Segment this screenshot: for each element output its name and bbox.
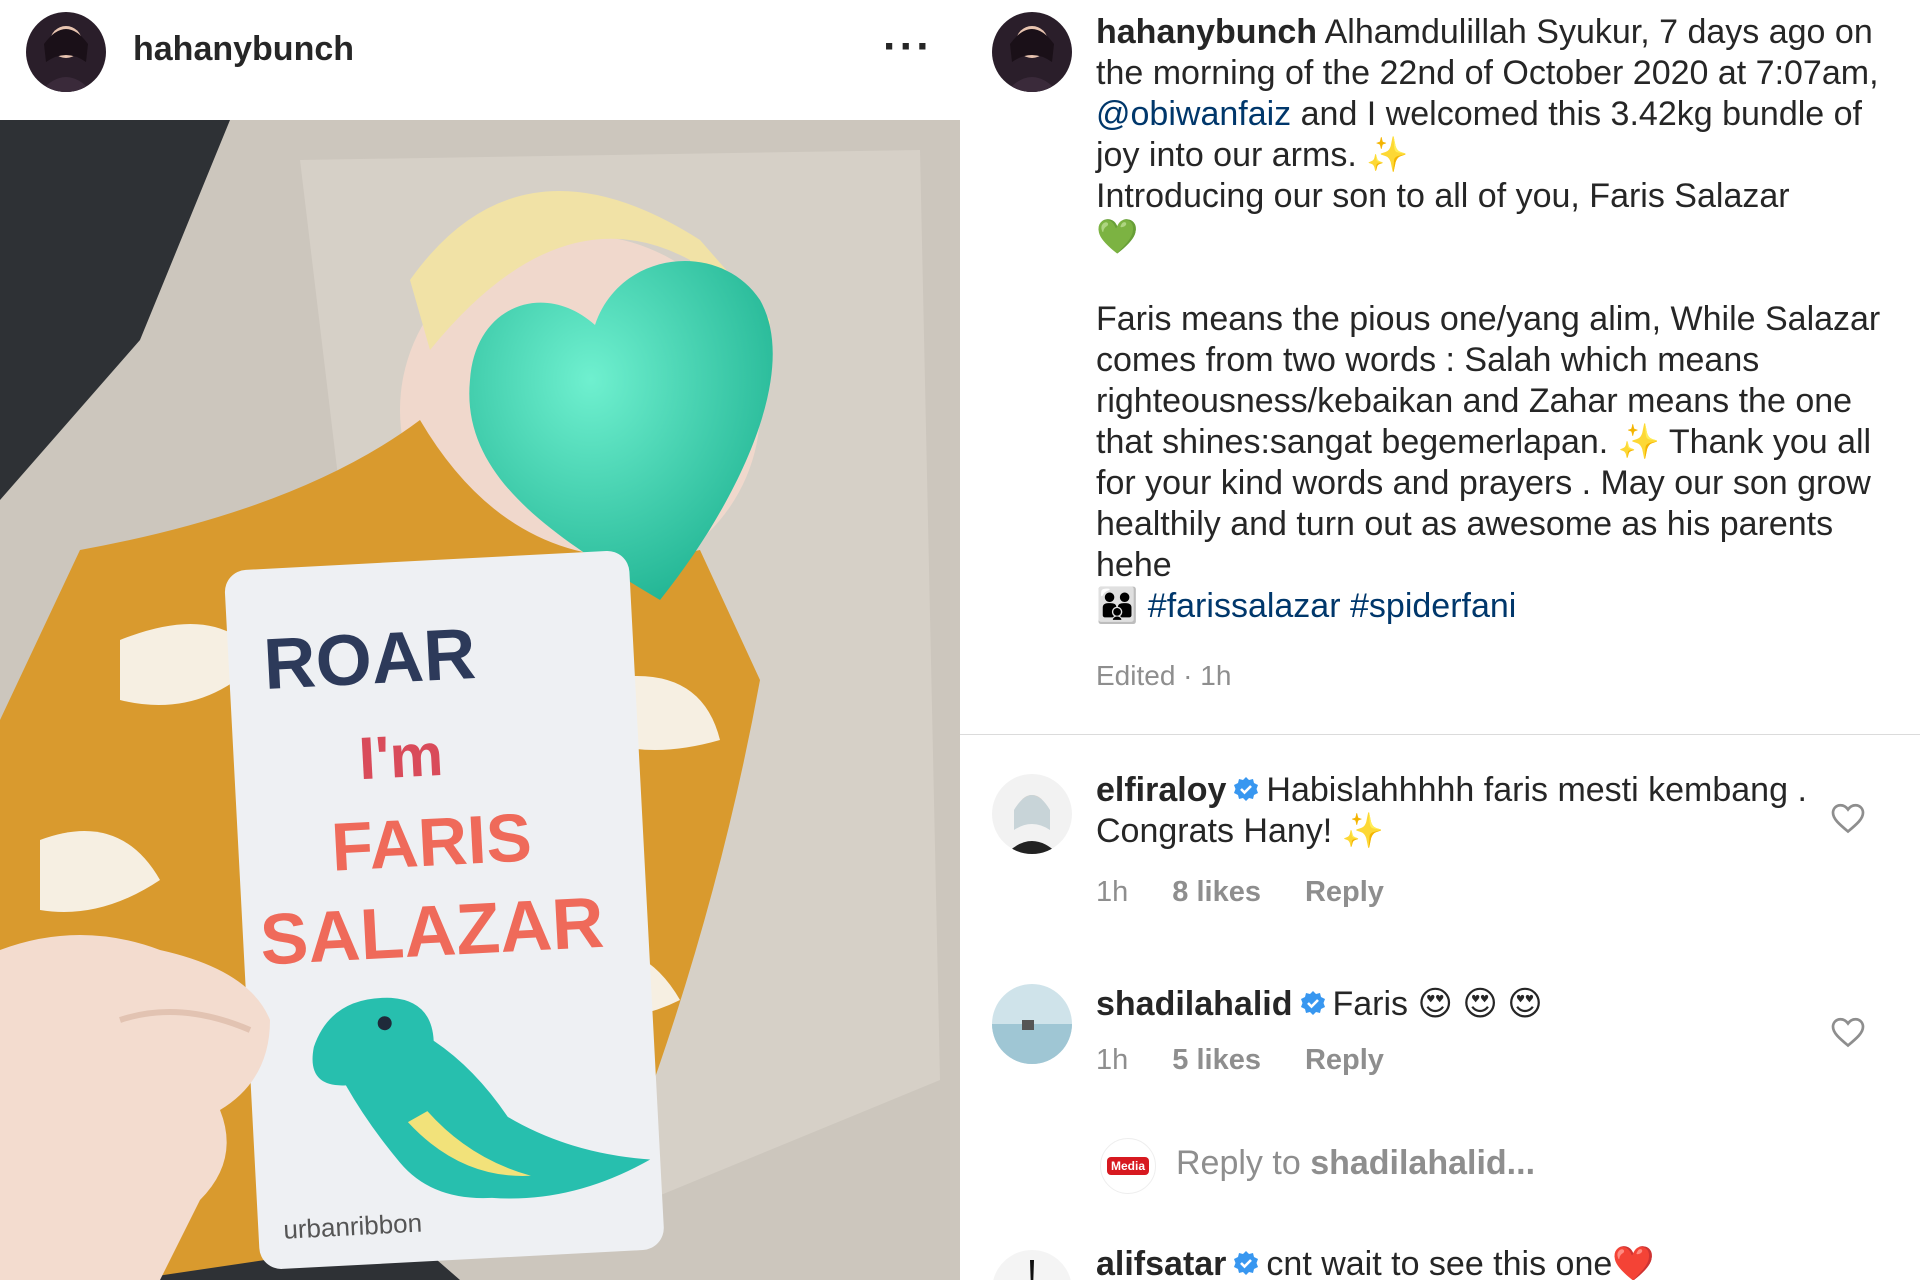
reply-composer[interactable]: Media Reply to shadilahalid... <box>960 1130 1920 1200</box>
comment-likes[interactable]: 8 likes <box>1172 876 1261 909</box>
card-name-first: FARIS <box>329 799 533 885</box>
comment-time: 1h <box>1096 876 1129 908</box>
commenter-avatar[interactable] <box>992 774 1072 854</box>
comment-text-block: shadilahalid Faris 😍 😍 😍 <box>1096 984 1816 1025</box>
caption-author-avatar[interactable] <box>992 12 1072 92</box>
commenter-avatar[interactable] <box>992 1250 1072 1280</box>
sparkle-emoji: ✨ <box>1366 136 1409 174</box>
caption-edited-timestamp: Edited · 1h <box>1096 660 1232 691</box>
post-author-avatar[interactable] <box>26 12 106 92</box>
like-heart-icon[interactable] <box>1830 800 1866 836</box>
comment-text: cnt wait to see this one <box>1266 1245 1613 1280</box>
comment-text-block: elfiraloy Habislahhhhh faris mesti kemban… <box>1096 770 1816 852</box>
commenter-username[interactable]: elfiraloy <box>1096 771 1226 809</box>
post-author-username[interactable]: hahanybunch <box>133 30 354 69</box>
comment-time: 1h <box>1096 1044 1129 1076</box>
current-user-avatar: Media <box>1100 1138 1156 1194</box>
reply-button[interactable]: Reply <box>1305 876 1384 909</box>
card-roar-text: ROAR <box>262 614 478 705</box>
post-panel: hahanybunch ··· ROAR I'm FARIS SALAZAR u… <box>0 0 960 1280</box>
heart-eyes-emoji: 😍 😍 😍 <box>1417 985 1543 1023</box>
verified-badge-icon <box>1300 991 1325 1016</box>
verified-badge-icon <box>1234 777 1259 802</box>
like-heart-icon[interactable] <box>1830 1014 1866 1050</box>
reply-input-placeholder[interactable]: Reply to shadilahalid... <box>1176 1144 1535 1183</box>
card-im-text: I'm <box>357 721 445 792</box>
comment-meta: 1h 8 likes Reply <box>1096 876 1428 909</box>
media-badge-text: Media <box>1111 1159 1145 1173</box>
comment-text-block: alifsatar cnt wait to see this one❤️ <box>1096 1244 1816 1280</box>
comments-panel: hahanybunch Alhamdulillah Syukur, 7 days… <box>960 0 1920 1280</box>
red-heart-emoji: ❤️ <box>1612 1245 1655 1280</box>
post-caption: hahanybunch Alhamdulillah Syukur, 7 days… <box>1096 12 1896 627</box>
sparkle-emoji-2: ✨ <box>1617 423 1661 461</box>
more-options-icon[interactable]: ··· <box>883 22 933 72</box>
caption-text-3: Introducing our son to all of you, Faris… <box>1096 177 1790 215</box>
reply-target: shadilahalid... <box>1310 1144 1536 1182</box>
sparkle-emoji: ✨ <box>1341 812 1385 850</box>
verified-badge-icon <box>1234 1251 1259 1276</box>
caption-username[interactable]: hahanybunch <box>1096 13 1317 51</box>
commenter-username[interactable]: shadilahalid <box>1096 985 1293 1023</box>
family-emoji: 👪 <box>1096 587 1139 625</box>
hashtag-spiderfani[interactable]: #spiderfani <box>1350 587 1516 625</box>
commenter-username[interactable]: alifsatar <box>1096 1245 1226 1280</box>
commenter-avatar[interactable] <box>992 984 1072 1064</box>
green-heart-emoji: 💚 <box>1096 218 1139 256</box>
divider <box>960 734 1920 735</box>
comment-likes[interactable]: 5 likes <box>1172 1044 1261 1077</box>
post-photo: ROAR I'm FARIS SALAZAR urbanribbon <box>0 120 960 1280</box>
caption-mention-link[interactable]: @obiwanfaiz <box>1096 95 1291 133</box>
reply-prefix: Reply to <box>1176 1144 1301 1182</box>
hashtag-farissalazar[interactable]: #farissalazar <box>1148 587 1341 625</box>
comment-text: Faris <box>1332 985 1409 1023</box>
comment-meta: 1h 5 likes Reply <box>1096 1044 1428 1077</box>
reply-button[interactable]: Reply <box>1305 1044 1384 1077</box>
post-header: hahanybunch ··· <box>0 0 960 120</box>
